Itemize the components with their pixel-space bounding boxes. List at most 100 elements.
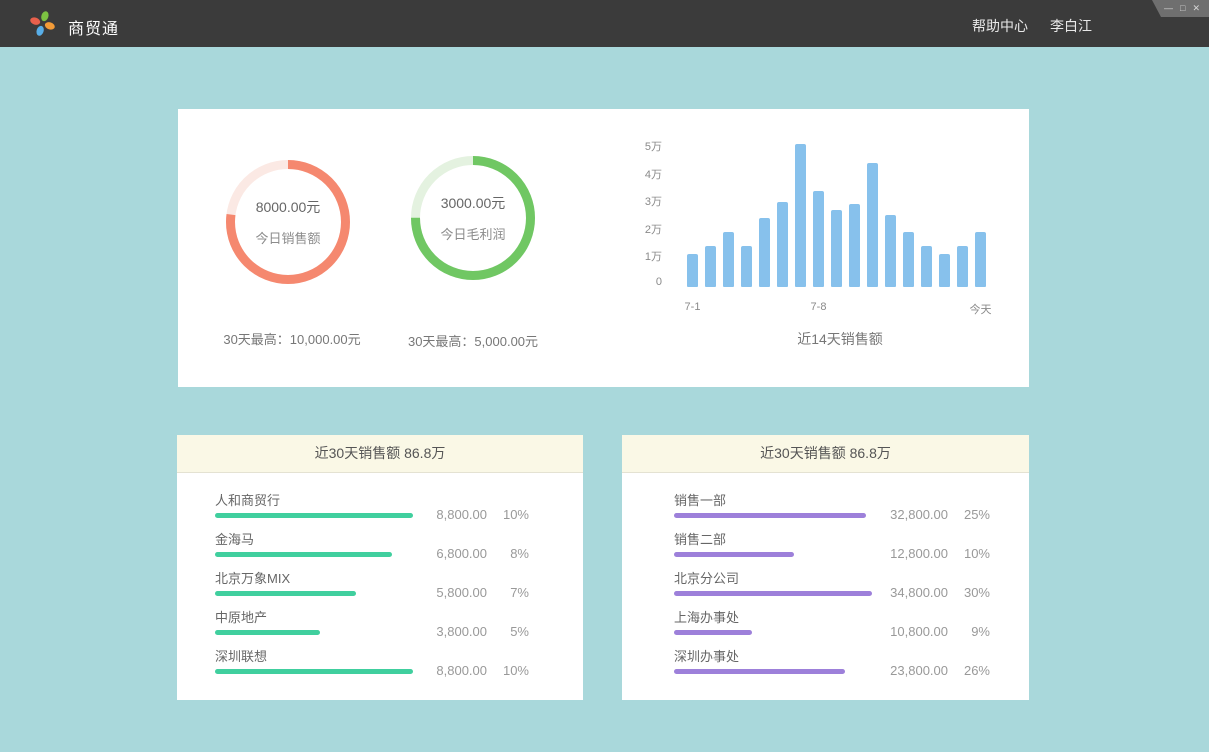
rank-percent: 7% xyxy=(487,585,529,600)
rank-amount: 6,800.00 xyxy=(415,546,487,561)
rank-bar-fill xyxy=(674,552,794,557)
chart-title: 近14天销售额 xyxy=(797,329,883,349)
x-axis-label: 7-8 xyxy=(811,301,827,313)
rank-name: 金海马 xyxy=(215,533,529,547)
rank-name: 销售一部 xyxy=(674,494,990,508)
rank-percent: 25% xyxy=(948,507,990,522)
bars xyxy=(687,109,999,287)
y-axis-label: 5万 xyxy=(608,138,662,154)
rank-amount: 3,800.00 xyxy=(415,624,487,639)
today-profit-ring: 3000.00元 今日毛利润 xyxy=(411,156,535,280)
rank-values: 5,800.007% xyxy=(415,585,529,600)
today-profit-caption: 今日毛利润 xyxy=(440,224,505,243)
rank-bar-fill xyxy=(215,630,320,635)
sales-30d-max: 30天最高：10,000.00元 xyxy=(223,329,360,348)
window-controls: — □ ✕ xyxy=(1152,0,1209,17)
username-menu[interactable]: 李白江 xyxy=(1050,16,1092,36)
y-axis-label: 3万 xyxy=(608,193,662,209)
rank-card-title: 近30天销售额 86.8万 xyxy=(177,435,583,473)
rank-bar-fill xyxy=(674,591,872,596)
rank-bar-fill xyxy=(215,513,413,518)
rank-name: 销售二部 xyxy=(674,533,990,547)
rank-percent: 30% xyxy=(948,585,990,600)
rank-percent: 10% xyxy=(948,546,990,561)
bar xyxy=(975,232,986,287)
rank-percent: 9% xyxy=(948,624,990,639)
rank-rows: 人和商贸行 8,800.0010% 金海马 6,800.008% 北京万象MIX… xyxy=(177,473,583,689)
rank-name: 深圳办事处 xyxy=(674,650,990,664)
rank-row: 销售一部 32,800.0025% xyxy=(674,494,990,533)
bar xyxy=(867,163,878,287)
rank-amount: 8,800.00 xyxy=(415,507,487,522)
titlebar: 商贸通 帮助中心 李白江 — □ ✕ xyxy=(0,0,1209,47)
rank-row: 金海马 6,800.008% xyxy=(215,533,529,572)
close-icon[interactable]: ✕ xyxy=(1192,4,1200,13)
bar xyxy=(795,144,806,287)
today-sales-ring: 8000.00元 今日销售额 xyxy=(226,160,350,284)
rank-row: 中原地产 3,800.005% xyxy=(215,611,529,650)
rank-amount: 12,800.00 xyxy=(876,546,948,561)
bar xyxy=(687,254,698,287)
rank-name: 北京万象MIX xyxy=(215,572,529,586)
today-sales-caption: 今日销售额 xyxy=(255,228,320,247)
bar xyxy=(831,210,842,287)
app-title: 商贸通 xyxy=(68,15,119,39)
rank-bar-fill xyxy=(215,552,392,557)
x-axis-label: 7-1 xyxy=(685,301,701,313)
y-axis-label: 4万 xyxy=(608,166,662,182)
rank-values: 8,800.0010% xyxy=(415,507,529,522)
rank-percent: 10% xyxy=(487,507,529,522)
rank-name: 深圳联想 xyxy=(215,650,529,664)
rank-percent: 8% xyxy=(487,546,529,561)
rank-values: 34,800.0030% xyxy=(876,585,990,600)
rank-amount: 32,800.00 xyxy=(876,507,948,522)
maximize-icon[interactable]: □ xyxy=(1180,4,1185,13)
rank-row: 深圳联想 8,800.0010% xyxy=(215,650,529,689)
bar xyxy=(759,218,770,287)
rank-name: 上海办事处 xyxy=(674,611,990,625)
app-window: 商贸通 帮助中心 李白江 — □ ✕ 8000.00元 今日销售额 30天最高：… xyxy=(0,0,1209,752)
profit-30d-max: 30天最高：5,000.00元 xyxy=(408,331,538,350)
rank-amount: 10,800.00 xyxy=(876,624,948,639)
rank-percent: 10% xyxy=(487,663,529,678)
rank-name: 中原地产 xyxy=(215,611,529,625)
rank-row: 北京分公司 34,800.0030% xyxy=(674,572,990,611)
rank-bar-fill xyxy=(674,630,752,635)
minimize-icon[interactable]: — xyxy=(1164,4,1173,13)
rank-bar-fill xyxy=(674,513,866,518)
bar xyxy=(885,215,896,287)
y-axis-label: 1万 xyxy=(608,248,662,264)
bar xyxy=(849,204,860,287)
rank-percent: 5% xyxy=(487,624,529,639)
rank-bar-fill xyxy=(215,591,356,596)
rank-row: 销售二部 12,800.0010% xyxy=(674,533,990,572)
rank-values: 8,800.0010% xyxy=(415,663,529,678)
rank-row: 上海办事处 10,800.009% xyxy=(674,611,990,650)
rank-card-title: 近30天销售额 86.8万 xyxy=(622,435,1029,473)
rank-percent: 26% xyxy=(948,663,990,678)
rank-amount: 8,800.00 xyxy=(415,663,487,678)
bar xyxy=(705,246,716,287)
rank-amount: 34,800.00 xyxy=(876,585,948,600)
rank-bar-fill xyxy=(215,669,413,674)
bar xyxy=(813,191,824,287)
y-axis-label: 2万 xyxy=(608,221,662,237)
rank-row: 人和商贸行 8,800.0010% xyxy=(215,494,529,533)
rank-name: 人和商贸行 xyxy=(215,494,529,508)
rank-values: 23,800.0026% xyxy=(876,663,990,678)
bar xyxy=(939,254,950,287)
bar xyxy=(903,232,914,287)
rank-row: 北京万象MIX 5,800.007% xyxy=(215,572,529,611)
help-center-link[interactable]: 帮助中心 xyxy=(972,16,1028,36)
bar xyxy=(741,246,752,287)
rank-row: 深圳办事处 23,800.0026% xyxy=(674,650,990,689)
customer-rank-card: 近30天销售额 86.8万 人和商贸行 8,800.0010% 金海马 6,80… xyxy=(177,435,583,700)
rank-values: 32,800.0025% xyxy=(876,507,990,522)
overview-card: 8000.00元 今日销售额 30天最高：10,000.00元 3000.00元… xyxy=(178,109,1029,387)
department-rank-card: 近30天销售额 86.8万 销售一部 32,800.0025% 销售二部 12,… xyxy=(622,435,1029,700)
rank-values: 3,800.005% xyxy=(415,624,529,639)
rank-name: 北京分公司 xyxy=(674,572,990,586)
today-profit-value: 3000.00元 xyxy=(441,193,506,213)
bar xyxy=(921,246,932,287)
app-logo-icon xyxy=(29,10,56,37)
